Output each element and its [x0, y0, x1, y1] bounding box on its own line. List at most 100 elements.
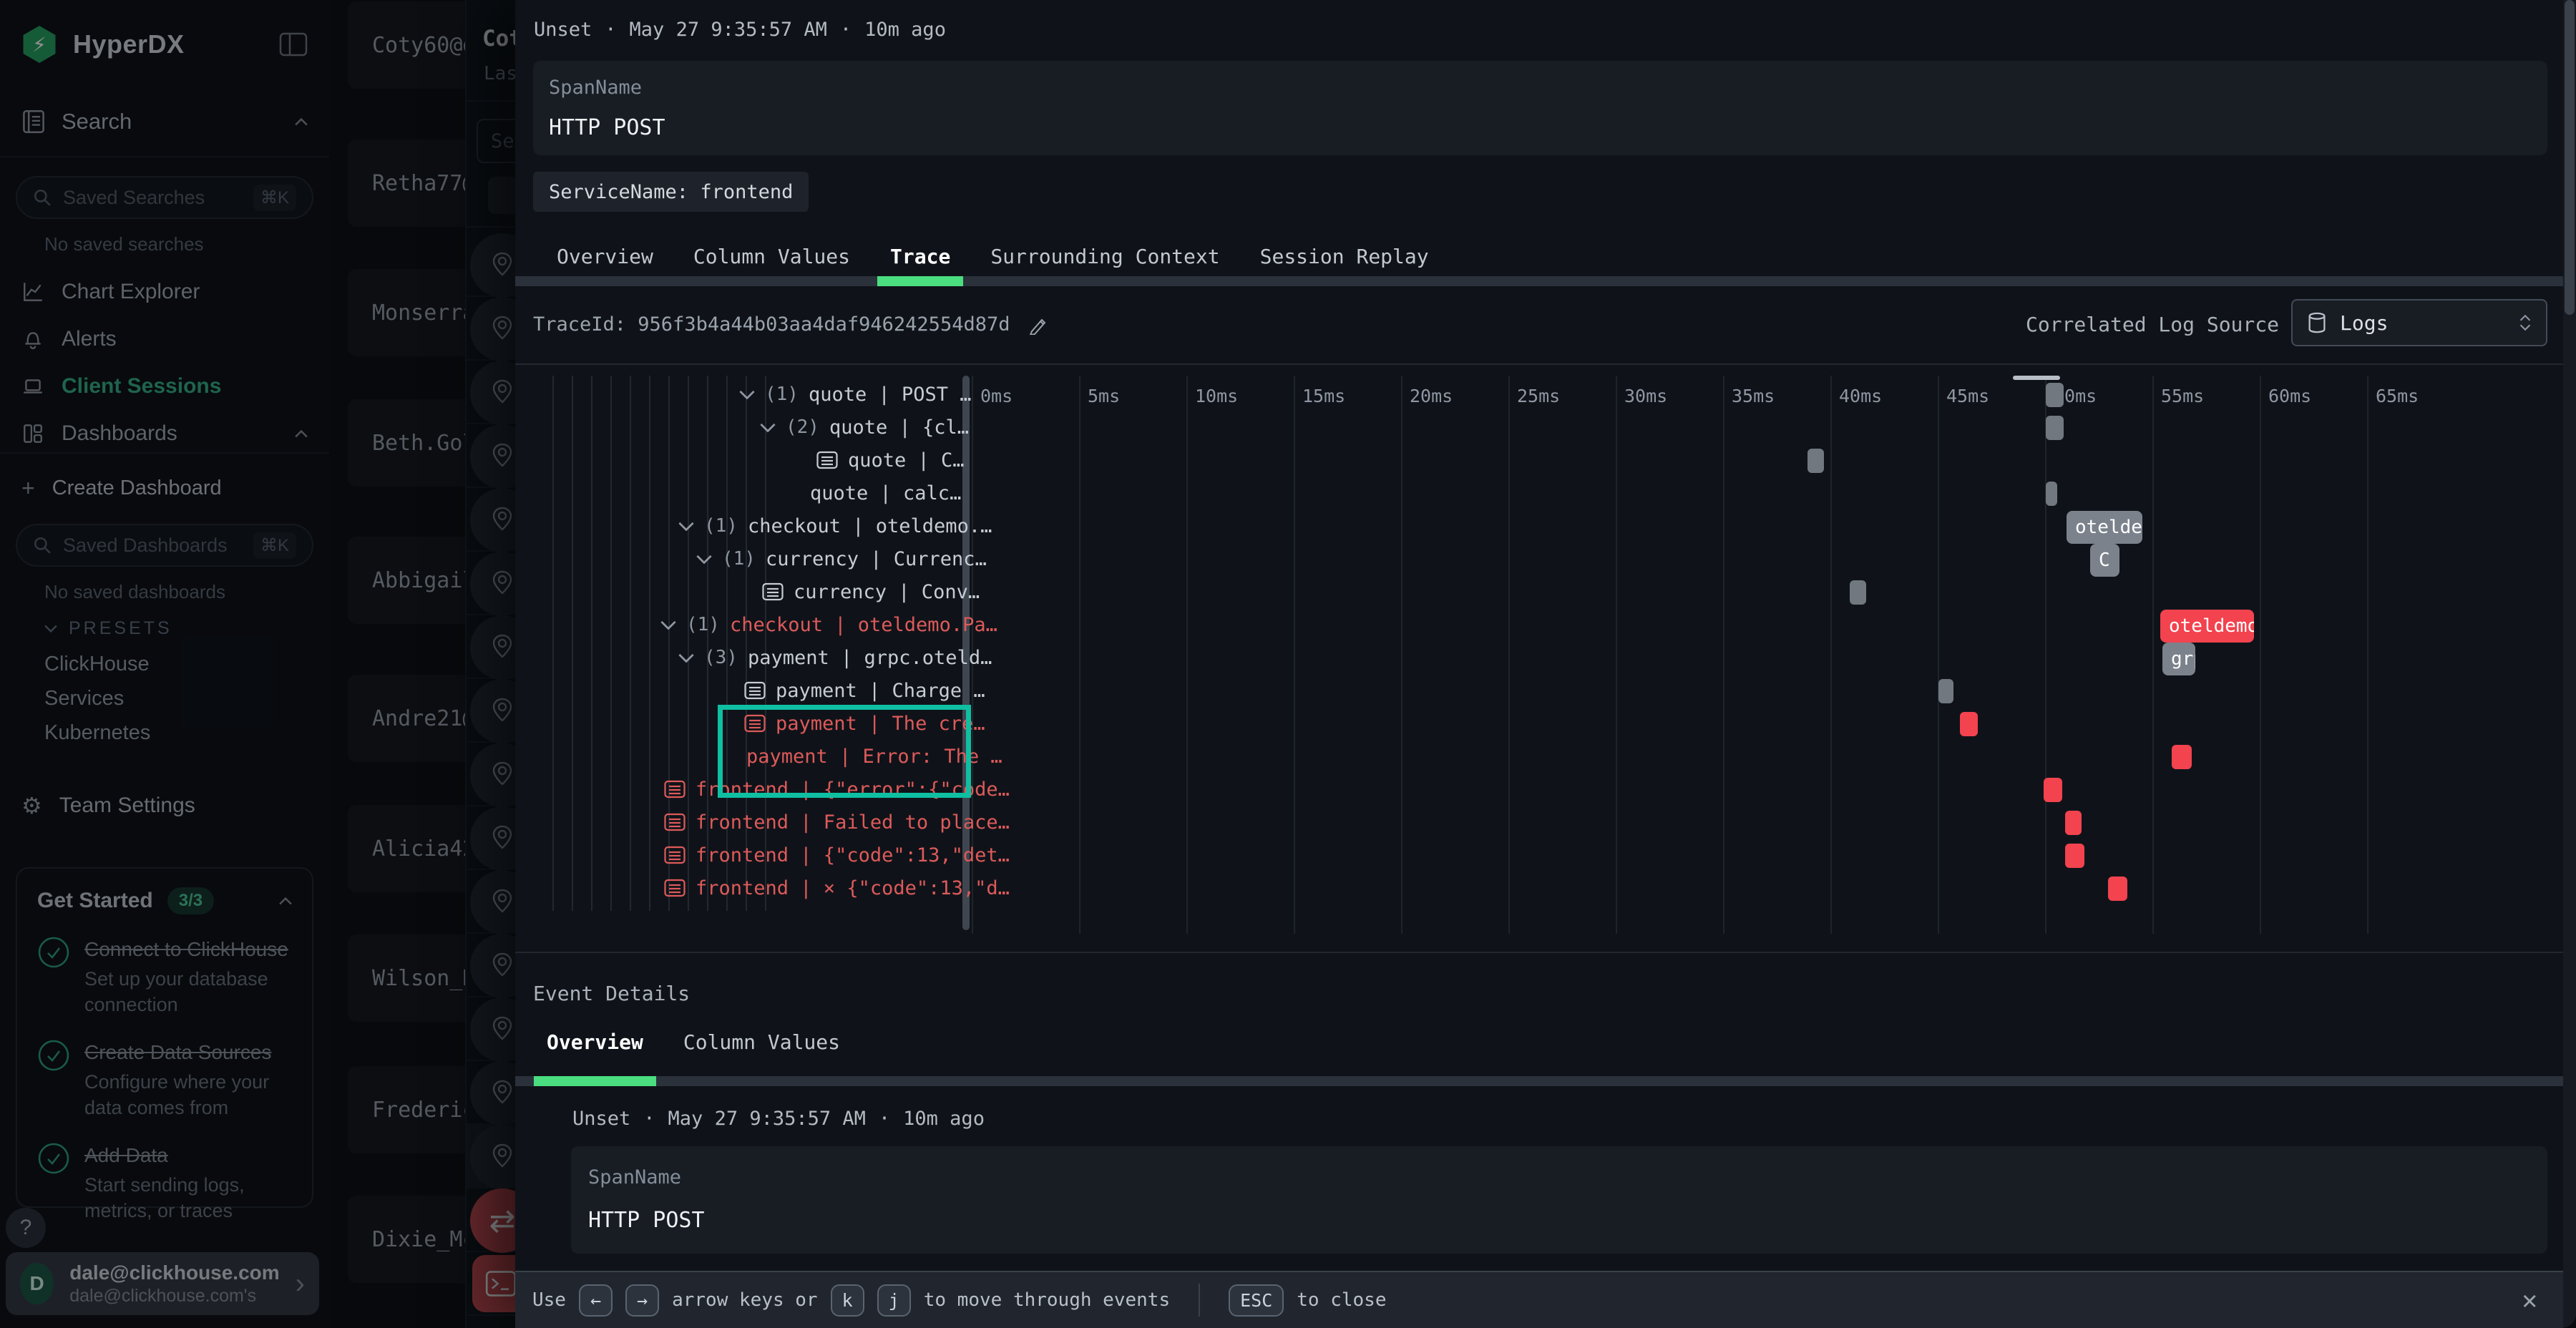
axis-tick-label: 0ms — [980, 386, 1013, 406]
indent-guide — [610, 376, 612, 911]
tab-trace[interactable]: Trace — [877, 245, 963, 268]
span-label: payment | Charge … — [776, 680, 985, 702]
tab-column-values[interactable]: Column Values — [670, 1030, 853, 1054]
span-name-value: HTTP POST — [549, 115, 665, 140]
span-label: frontend | {"code":13,"det… — [696, 844, 1010, 866]
span-label: quote | {cl… — [829, 416, 969, 439]
database-icon — [2307, 312, 2327, 333]
modal-backdrop[interactable] — [0, 0, 515, 1328]
span-duration-bar[interactable] — [2046, 482, 2057, 506]
child-count: (3) — [704, 647, 738, 668]
trace-span-row[interactable]: payment | Charge … — [744, 675, 985, 706]
modal-tabs: Overview Column Values Trace Surrounding Co… — [544, 236, 1442, 276]
log-event-icon — [664, 813, 686, 831]
span-name-card: SpanName HTTP POST — [571, 1146, 2547, 1254]
span-duration-bar[interactable] — [2065, 844, 2084, 868]
chevron-down-icon[interactable] — [678, 653, 694, 663]
span-duration-bar[interactable]: oteldemo. — [2067, 511, 2142, 544]
chevron-down-icon[interactable] — [678, 521, 694, 531]
chevron-down-icon[interactable] — [739, 389, 755, 399]
trace-span-row[interactable]: quote | calc… — [810, 477, 961, 509]
log-event-icon — [664, 846, 686, 864]
grid-line — [1294, 376, 1295, 934]
timestamp: May 27 9:35:57 AM — [668, 1108, 866, 1130]
grid-line — [1186, 376, 1188, 934]
log-event-icon — [816, 451, 838, 469]
keyboard-hints-bar: Use ← → arrow keys or k j to move throug… — [515, 1271, 2576, 1328]
span-duration-bar[interactable] — [2108, 877, 2127, 901]
tab-session-replay[interactable]: Session Replay — [1247, 245, 1442, 268]
axis-tick-label: 60ms — [2268, 386, 2311, 406]
divider — [1199, 1284, 1200, 1317]
trace-span-row[interactable]: frontend | × {"code":13,"d… — [664, 872, 1010, 904]
trace-waterfall: 0ms5ms10ms15ms20ms25ms30ms35ms40ms45ms50… — [515, 376, 2563, 934]
key-k[interactable]: k — [831, 1284, 864, 1317]
grid-line — [2260, 376, 2261, 934]
trace-span-row[interactable]: quote | C… — [816, 444, 965, 476]
grid-line — [2367, 376, 2368, 934]
tab-underline-track — [515, 1076, 2563, 1086]
select-chevrons-icon — [2519, 313, 2532, 332]
tab-overview[interactable]: Overview — [544, 245, 666, 268]
span-duration-bar[interactable] — [1807, 449, 1824, 473]
trace-span-row[interactable]: (2)quote | {cl… — [760, 411, 969, 443]
separator: · — [605, 19, 616, 41]
span-duration-bar[interactable] — [1960, 712, 1978, 736]
span-bar-partial — [2013, 376, 2060, 380]
span-duration-bar[interactable] — [2065, 811, 2082, 835]
separator: · — [879, 1108, 890, 1130]
edit-pencil-icon[interactable] — [1028, 313, 1050, 335]
indent-guide — [630, 376, 631, 911]
trace-span-row[interactable]: (1)currency | Currenc… — [696, 543, 987, 575]
tab-surrounding-context[interactable]: Surrounding Context — [977, 245, 1232, 268]
span-duration-bar[interactable] — [2172, 745, 2192, 769]
chevron-down-icon[interactable] — [696, 554, 712, 564]
chevron-down-icon[interactable] — [760, 422, 776, 432]
axis-tick-label: 30ms — [1624, 386, 1667, 406]
status-badge: Unset — [534, 19, 592, 41]
span-duration-bar[interactable] — [2044, 778, 2062, 802]
key-j[interactable]: j — [877, 1284, 911, 1317]
span-duration-bar[interactable] — [2046, 416, 2064, 440]
grid-line — [1616, 376, 1617, 934]
span-duration-bar[interactable] — [1850, 580, 1866, 605]
trace-span-row[interactable]: (1)quote | POST … — [739, 379, 972, 410]
span-duration-bar[interactable] — [1938, 679, 1953, 703]
scrollbar[interactable] — [2563, 0, 2576, 1328]
key-left-arrow[interactable]: ← — [579, 1284, 613, 1317]
span-name-card: SpanName HTTP POST — [533, 61, 2547, 155]
scrollbar-thumb[interactable] — [2565, 0, 2575, 315]
grid-line — [1723, 376, 1724, 934]
divider — [515, 952, 2563, 953]
log-source-select[interactable]: Logs — [2291, 299, 2547, 346]
relative-time: 10m ago — [864, 19, 946, 41]
close-icon[interactable]: ✕ — [2522, 1286, 2537, 1315]
axis-tick-label: 15ms — [1302, 386, 1345, 406]
service-name-chip[interactable]: ServiceName: frontend — [533, 172, 809, 212]
span-duration-bar[interactable]: C — [2090, 544, 2119, 577]
tab-overview[interactable]: Overview — [534, 1030, 656, 1054]
axis-tick-label: 55ms — [2161, 386, 2204, 406]
grid-line — [2152, 376, 2154, 934]
span-label: frontend | × {"code":13,"d… — [696, 877, 1010, 899]
key-esc[interactable]: ESC — [1229, 1284, 1284, 1317]
correlated-log-source-label: Correlated Log Source — [2026, 301, 2279, 348]
chevron-down-icon[interactable] — [660, 620, 676, 630]
key-right-arrow[interactable]: → — [625, 1284, 659, 1317]
span-duration-bar[interactable]: grp — [2162, 643, 2195, 675]
tab-column-values[interactable]: Column Values — [680, 245, 863, 268]
span-label: quote | calc… — [810, 482, 961, 504]
trace-span-row[interactable]: (3)payment | grpc.oteld… — [678, 642, 992, 673]
span-label: quote | C… — [848, 449, 965, 472]
indent-guide — [552, 376, 554, 911]
span-duration-bar[interactable]: oteldemo. — [2160, 610, 2254, 643]
trace-span-row[interactable]: currency | Conv… — [762, 576, 980, 607]
trace-span-row[interactable]: frontend | Failed to place… — [664, 806, 1010, 838]
trace-span-row[interactable]: (1)checkout | oteldemo.… — [678, 510, 992, 542]
trace-span-row[interactable]: (1)checkout | oteldemo.Pa… — [660, 609, 997, 640]
timestamp: May 27 9:35:57 AM — [630, 19, 827, 41]
trace-span-row[interactable]: frontend | {"code":13,"det… — [664, 839, 1010, 871]
span-duration-bar[interactable] — [2046, 383, 2064, 407]
active-tab-indicator — [534, 1076, 656, 1086]
axis-tick-label: 5ms — [1088, 386, 1120, 406]
